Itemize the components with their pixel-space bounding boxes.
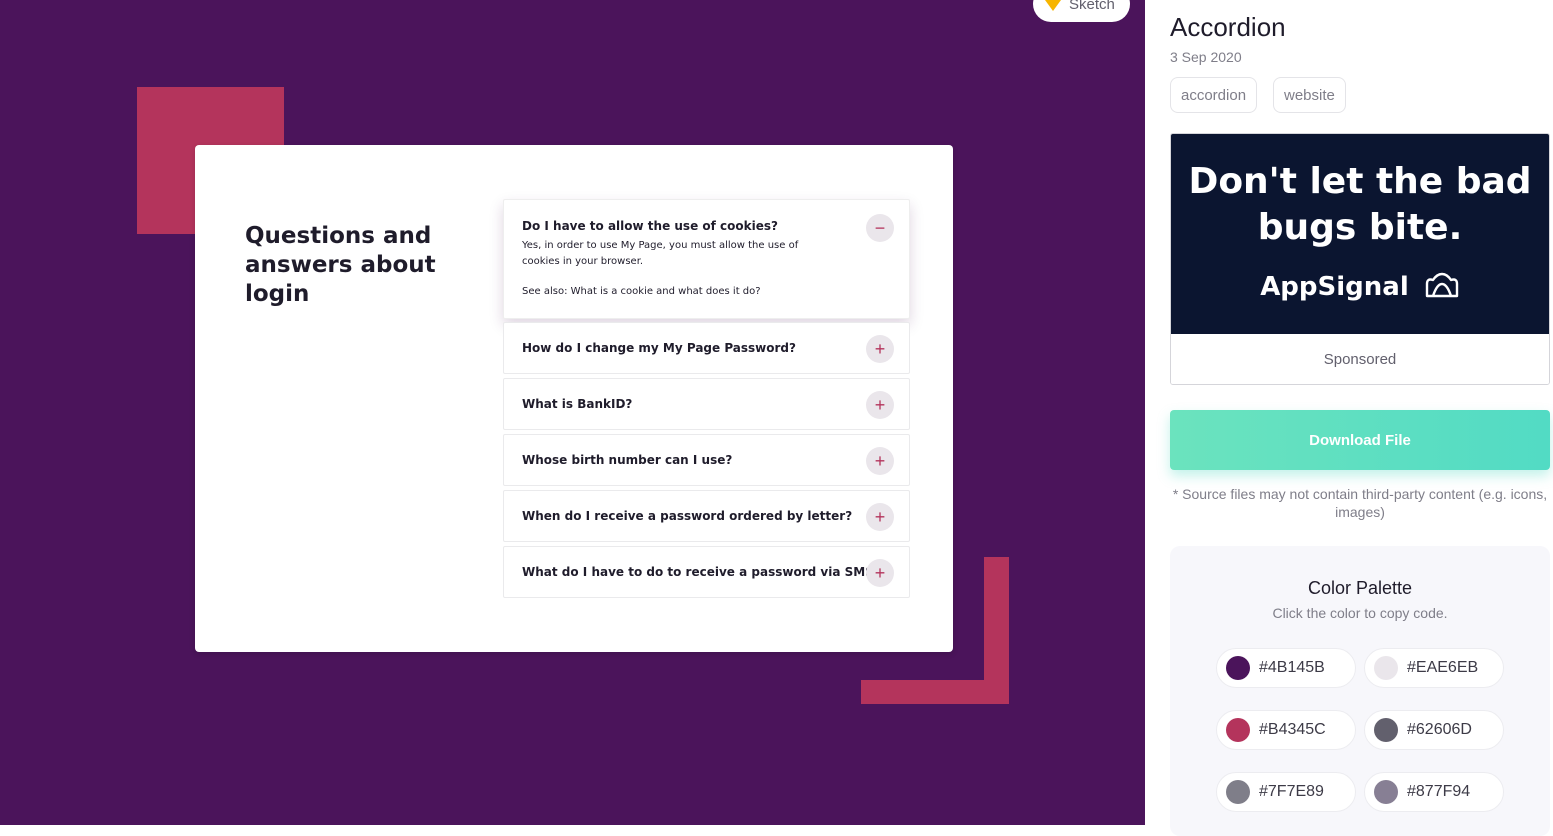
color-swatch[interactable]: #EAE6EB (1364, 648, 1504, 688)
faq-card: Questions and answers about login Do I h… (195, 145, 953, 652)
color-code: #877F94 (1407, 783, 1471, 800)
download-file-button[interactable]: Download File (1170, 410, 1550, 470)
palette-subtitle: Click the color to copy code. (1272, 605, 1448, 621)
plus-icon[interactable]: + (866, 447, 894, 475)
color-dot (1226, 656, 1250, 680)
color-code: #7F7E89 (1259, 783, 1324, 800)
accordion-item[interactable]: When do I receive a password ordered by … (503, 490, 910, 542)
faq-title: Questions and answers about login (245, 223, 436, 307)
accordion-question: What do I have to do to receive a passwo… (522, 565, 881, 579)
accordion-see-also[interactable]: See also: What is a cookie and what does… (522, 286, 761, 297)
color-code: #62606D (1407, 721, 1472, 738)
ad-brand: AppSignal (1171, 272, 1549, 302)
color-swatch[interactable]: #62606D (1364, 710, 1504, 750)
color-code: #B4345C (1259, 721, 1326, 738)
sketch-label: Sketch (1069, 0, 1115, 13)
color-swatch[interactable]: #4B145B (1216, 648, 1356, 688)
color-dot (1226, 780, 1250, 804)
accordion-question: What is BankID? (522, 397, 633, 411)
tag-accordion[interactable]: accordion (1170, 77, 1258, 113)
sketch-badge[interactable]: Sketch (1033, 0, 1130, 22)
accordion-item[interactable]: What is BankID? + (503, 378, 910, 430)
design-preview: Sketch Questions and answers about login… (0, 0, 1145, 825)
plus-icon[interactable]: + (866, 559, 894, 587)
sidebar: Accordion 3 Sep 2020 accordion website D… (1145, 0, 1553, 836)
sponsored-label: Sponsored (1171, 334, 1549, 384)
ad-brand-name: AppSignal (1260, 272, 1409, 302)
publish-date: 3 Sep 2020 (1170, 49, 1242, 65)
page-title: Accordion (1170, 12, 1286, 42)
source-files-note: * Source files may not contain third-par… (1172, 486, 1548, 520)
accordion-question: Whose birth number can I use? (522, 453, 733, 467)
color-dot (1226, 718, 1250, 742)
tag-website[interactable]: website (1273, 77, 1346, 113)
appsignal-logo-icon (1425, 272, 1459, 298)
palette-title: Color Palette (1307, 578, 1413, 598)
color-code: #EAE6EB (1407, 659, 1479, 676)
accordion-item-open[interactable]: Do I have to allow the use of cookies? −… (503, 199, 910, 319)
accordion-question: Do I have to allow the use of cookies? (522, 219, 778, 233)
sketch-icon (1045, 0, 1061, 11)
plus-icon[interactable]: + (866, 503, 894, 531)
color-dot (1374, 718, 1398, 742)
color-swatch[interactable]: #7F7E89 (1216, 772, 1356, 812)
plus-icon[interactable]: + (866, 335, 894, 363)
accordion-question: How do I change my My Page Password? (522, 341, 796, 355)
minus-icon[interactable]: − (866, 214, 894, 242)
ad-headline: Don't let the bad bugs bite. (1188, 161, 1532, 248)
color-swatch[interactable]: #B4345C (1216, 710, 1356, 750)
accordion-question: When do I receive a password ordered by … (522, 509, 853, 523)
plus-icon[interactable]: + (866, 391, 894, 419)
accordion-item[interactable]: How do I change my My Page Password? + (503, 322, 910, 374)
color-code: #4B145B (1259, 659, 1325, 676)
accordion-item[interactable]: Whose birth number can I use? + (503, 434, 910, 486)
sponsored-ad[interactable]: Don't let the bad bugs bite. AppSignal S… (1170, 133, 1550, 385)
decorative-corner-horizontal (861, 680, 1009, 704)
ad-banner[interactable]: Don't let the bad bugs bite. AppSignal (1171, 134, 1549, 334)
color-dot (1374, 656, 1398, 680)
color-palette: Color Palette Click the color to copy co… (1170, 546, 1550, 836)
color-dot (1374, 780, 1398, 804)
color-swatch[interactable]: #877F94 (1364, 772, 1504, 812)
accordion-item[interactable]: What do I have to do to receive a passwo… (503, 546, 910, 598)
accordion-answer: Yes, in order to use My Page, you must a… (522, 240, 799, 267)
